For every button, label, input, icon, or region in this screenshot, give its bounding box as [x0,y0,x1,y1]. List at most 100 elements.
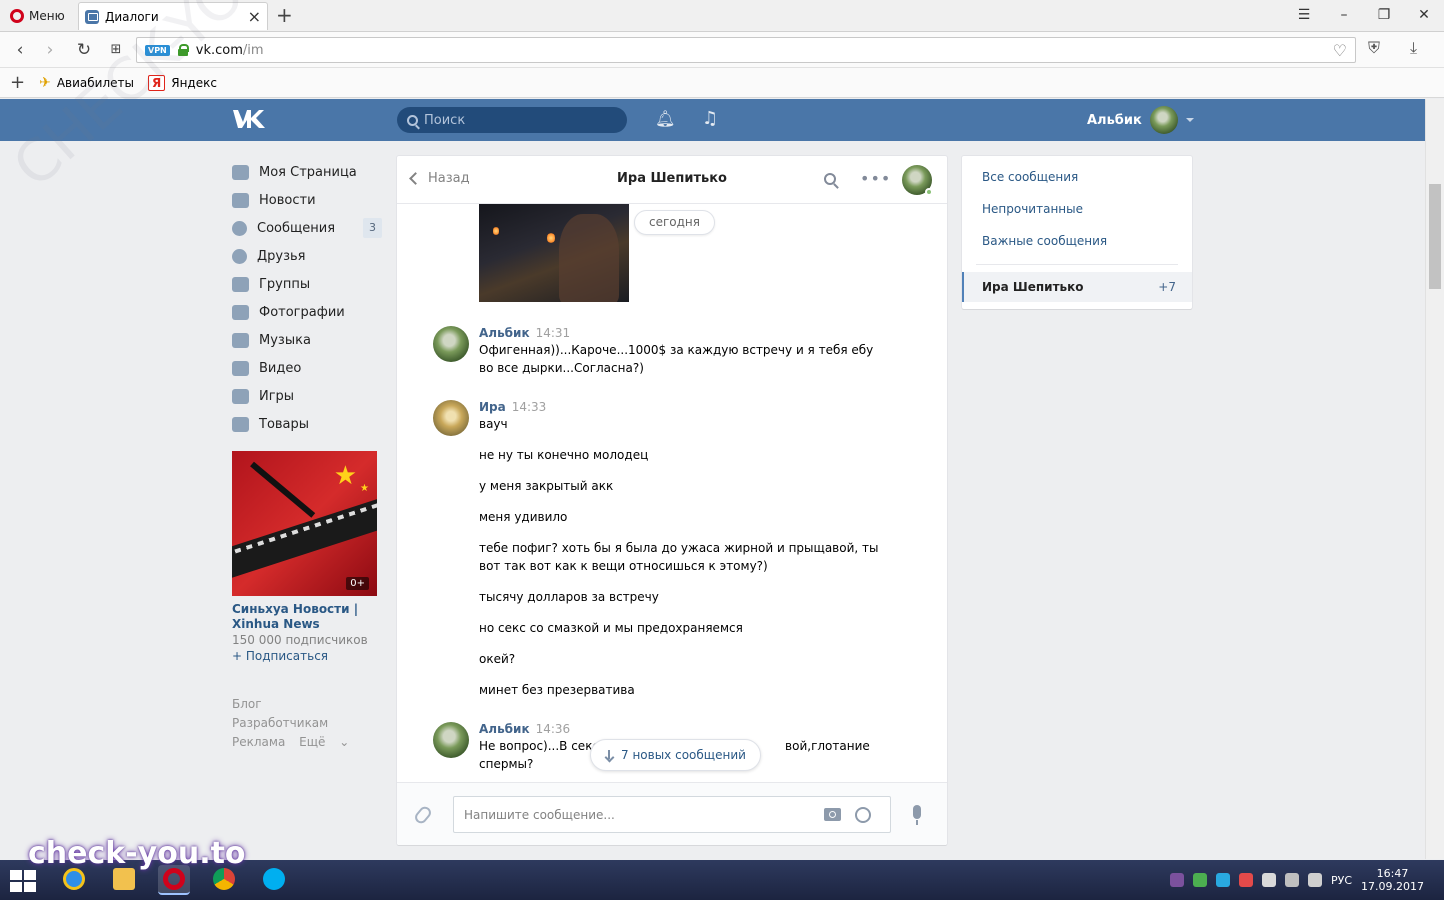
selected-dialog[interactable]: Ира Шепитько +7 [962,272,1192,302]
plane-icon: ✈ [39,74,51,91]
message-meta: Альбик 14:31 [479,326,913,341]
sidebar-item-label: Игры [259,388,295,404]
home-icon [232,164,249,180]
minimize-icon[interactable]: – [1324,0,1364,32]
tab-menu-icon[interactable]: ☰ [1284,0,1324,32]
lighter-flame-shape [493,226,499,236]
language-indicator[interactable]: РУС [1331,874,1352,887]
sidebar-item-news[interactable]: Новости [232,186,382,214]
vk-user-menu[interactable]: Альбик [1087,106,1194,134]
message-time: 14:31 [535,326,571,340]
notifications-bell-icon[interactable]: 🔔︎ [655,109,675,128]
camera-icon[interactable] [824,808,841,821]
sidebar-item-photos[interactable]: Фотографии [232,298,382,326]
red-tray-icon[interactable] [1238,873,1253,887]
opera-menu-button[interactable]: Меню [4,4,71,28]
url-field[interactable]: VPN vk.com/im ♡ [136,37,1356,63]
contact-avatar[interactable] [902,165,933,196]
ad-title[interactable]: Синьхуа Новости | Xinhua News [232,602,377,632]
vk-logo-icon[interactable] [232,108,266,130]
windows-start-icon[interactable] [10,870,36,892]
clock-date: 17.09.2017 [1361,880,1424,893]
sender-avatar[interactable] [433,722,469,758]
new-messages-label: 7 новых сообщений [621,748,746,762]
friend-icon [232,248,247,264]
clock-time: 16:47 [1376,867,1409,880]
ad-image[interactable]: ★ ★ 0+ [232,451,377,596]
blue-tray-icon[interactable] [1215,873,1230,887]
vpn-shield-icon[interactable]: ⛨ [1368,38,1380,58]
green-tray-icon[interactable] [1192,873,1207,887]
sidebar-item-label: Друзья [257,248,306,264]
chat-search-icon[interactable] [824,173,836,185]
window-close-icon[interactable]: ✕ [1404,0,1444,32]
taskbar-clock[interactable]: 16:47 17.09.2017 [1361,867,1424,893]
new-tab-button[interactable]: + [276,4,293,26]
restore-icon[interactable]: ❐ [1364,0,1404,32]
display-tray-icon[interactable] [1284,873,1299,887]
footer-link-ads[interactable]: Реклама [232,735,285,749]
skype-taskbar-icon[interactable] [258,865,290,895]
message-author[interactable]: Альбик [479,326,530,340]
footer-link-developers[interactable]: Разработчикам [232,716,328,730]
message-text: вауч [479,417,508,431]
forward-arrow-icon[interactable]: › [38,38,62,62]
sidebar-item-messages[interactable]: Сообщения 3 [232,214,382,242]
arrow-down-icon [605,750,613,760]
music-note-icon[interactable]: ♫ [702,108,718,129]
photo-attachment[interactable] [479,204,629,302]
sidebar-item-games[interactable]: Игры [232,382,382,410]
scrollbar-thumb[interactable] [1429,184,1441,289]
message-input-placeholder: Напишите сообщение... [464,807,615,822]
star-icon: ★ [333,461,357,491]
sidebar-item-goods[interactable]: Товары [232,410,382,438]
ad-subscribers: 150 000 подписчиков [232,633,368,647]
vk-search-input[interactable]: Поиск [397,107,627,133]
footer-link-more[interactable]: Ещё ⌄ [299,735,349,749]
subscribe-link[interactable]: + Подписаться [232,649,377,663]
age-rating-badge: 0+ [346,577,369,590]
message-author[interactable]: Ира [479,400,506,414]
sidebar-item-my-page[interactable]: Моя Страница [232,158,382,186]
date-separator: сегодня [634,210,715,235]
sidebar-item-groups[interactable]: Группы [232,270,382,298]
sidebar-item-music[interactable]: Музыка [232,326,382,354]
emoji-icon[interactable] [855,807,871,823]
add-bookmark-icon[interactable]: + [10,72,25,93]
viber-tray-icon[interactable] [1169,873,1184,887]
filter-important[interactable]: Важные сообщения [982,234,1107,248]
unread-badge: 3 [363,218,382,238]
sidebar-item-friends[interactable]: Друзья [232,242,382,270]
network-tray-icon[interactable] [1261,873,1276,887]
more-actions-icon[interactable]: ••• [860,169,891,188]
bookmarks-bar: + ✈ Авиабилеты Я Яндекс [0,68,1444,98]
filter-all-messages[interactable]: Все сообщения [982,170,1078,184]
message-group: Альбик 14:31 Офигенная))...Кароче...1000$… [433,326,913,377]
new-messages-button[interactable]: 7 новых сообщений [590,739,761,771]
microphone-icon[interactable] [913,805,921,825]
groups-icon [232,276,249,292]
filter-unread[interactable]: Непрочитанные [982,202,1083,216]
message-text: во все дырки...Согласна?) [479,361,644,375]
messages-icon [232,220,247,236]
page-scrollbar[interactable] [1425,99,1444,859]
reload-icon[interactable]: ↻ [72,38,96,62]
gamepad-icon [232,388,249,404]
message-author[interactable]: Альбик [479,722,530,736]
sender-avatar[interactable] [433,400,469,436]
dialog-filters-panel: Все сообщения Непрочитанные Важные сообщ… [962,156,1192,309]
bookmark-heart-icon[interactable]: ♡ [1333,41,1347,60]
paperclip-icon[interactable] [412,804,434,826]
sidebar-item-video[interactable]: Видео [232,354,382,382]
volume-icon[interactable] [1307,873,1322,887]
message-history[interactable]: сегодня Альбик 14:31 Офигенная))...Кароче… [397,204,947,782]
opera-logo-icon [10,9,24,23]
back-arrow-icon[interactable]: ‹ [8,38,32,62]
sidebar-item-label: Моя Страница [259,164,357,180]
message-text: минет без презерватива [479,683,635,697]
message-text: но секс со смазкой и мы предохраняемся [479,621,743,635]
sender-avatar[interactable] [433,326,469,362]
download-icon[interactable]: ⤓ [1410,38,1417,58]
footer-link-blog[interactable]: Блог [232,697,262,711]
window-controls: ☰ – ❐ ✕ [1284,0,1444,32]
